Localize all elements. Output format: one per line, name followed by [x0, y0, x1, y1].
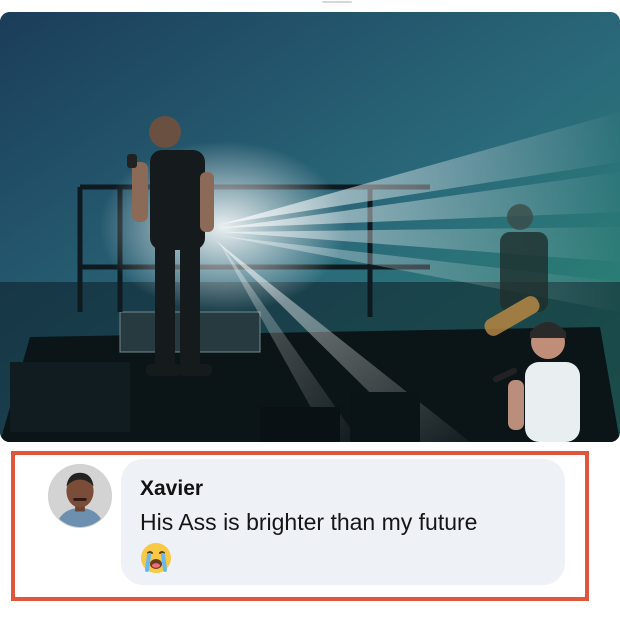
reaction-emoji [139, 541, 173, 575]
user-avatar-icon [49, 465, 111, 527]
avatar[interactable] [48, 464, 112, 528]
comment-bubble: Xavier His Ass is brighter than my futur… [121, 459, 565, 585]
post-screen: Xavier His Ass is brighter than my futur… [0, 0, 620, 620]
comment-author-name[interactable]: Xavier [140, 477, 565, 501]
concert-stage-illustration [0, 12, 620, 442]
top-divider-mark [322, 1, 352, 3]
crying-face-icon [141, 543, 171, 573]
concert-stage-photo[interactable] [0, 12, 620, 442]
comment-text: His Ass is brighter than my future [140, 509, 478, 536]
highlighted-comment: Xavier His Ass is brighter than my futur… [11, 451, 589, 601]
